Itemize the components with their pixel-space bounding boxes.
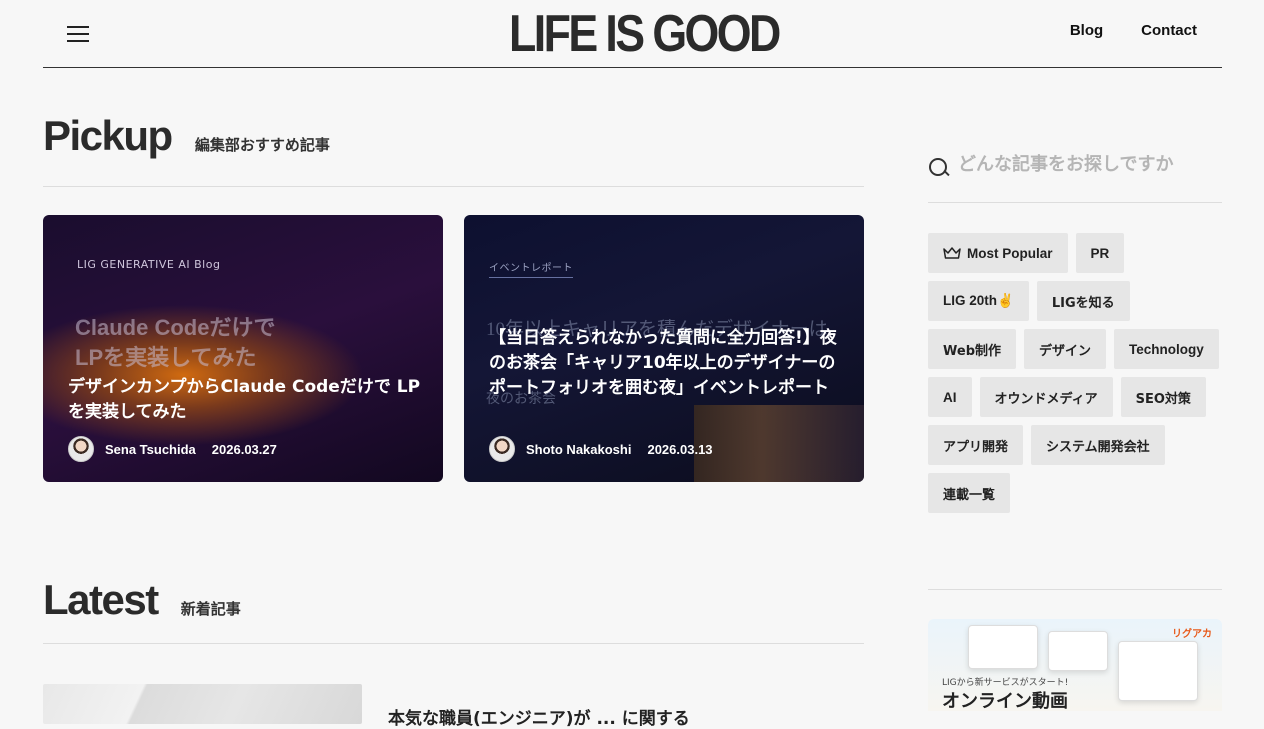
chip-pr[interactable]: PR xyxy=(1075,233,1125,273)
pickup-heading: Pickup 編集部おすすめ記事 xyxy=(43,112,864,187)
pickup-card[interactable]: イベントレポート 10年以上キャリアを積んだデザイナーは 夜のお茶会 【当日答え… xyxy=(464,215,864,482)
latest-title: Latest xyxy=(43,576,159,623)
card-meta: Sena Tsuchida 2026.03.27 xyxy=(68,436,277,462)
ad-mockup-screen xyxy=(968,625,1038,669)
pickup-subtitle: 編集部おすすめ記事 xyxy=(194,136,330,154)
chip-design[interactable]: デザイン xyxy=(1024,329,1107,369)
nav-contact-link[interactable]: Contact xyxy=(1141,22,1197,39)
pickup-title: Pickup xyxy=(43,112,173,159)
ad-brand-logo: リグアカ xyxy=(1172,629,1212,640)
sidebar-divider xyxy=(928,589,1222,590)
chip-owned-media[interactable]: オウンドメディア xyxy=(979,377,1113,417)
latest-article-thumbnail[interactable] xyxy=(43,684,362,724)
chip-ai[interactable]: AI xyxy=(928,377,972,417)
post-date: 2026.03.13 xyxy=(647,441,713,457)
post-date: 2026.03.27 xyxy=(211,441,277,457)
chip-app-development[interactable]: アプリ開発 xyxy=(928,425,1024,465)
top-nav: Blog Contact xyxy=(1070,22,1197,39)
card-meta: Shoto Nakakoshi 2026.03.13 xyxy=(489,436,713,462)
ad-mockup-laptop xyxy=(1118,641,1198,701)
chip-web-production[interactable]: Web制作 xyxy=(928,329,1016,369)
chip-system-development[interactable]: システム開発会社 xyxy=(1031,425,1165,465)
nav-blog-link[interactable]: Blog xyxy=(1070,22,1103,39)
site-header: LIFE IS GOOD Blog Contact xyxy=(43,0,1222,68)
ad-headline: オンライン動画 xyxy=(942,691,1068,711)
card-title[interactable]: 【当日答えられなかった質問に全力回答!】夜のお茶会「キャリア10年以上のデザイナ… xyxy=(489,326,842,401)
chip-lig-20th[interactable]: LIG 20th✌️ xyxy=(928,281,1029,321)
ad-mockup-screen xyxy=(1048,631,1108,671)
latest-subtitle: 新着記事 xyxy=(180,600,241,618)
latest-article-title[interactable]: 本気な職員(エンジニア)が ... に関する xyxy=(388,704,690,729)
sidebar-ad-banner[interactable]: リグアカ LIGから新サービスがスタート! オンライン動画 xyxy=(928,619,1222,711)
search-box xyxy=(928,142,1222,203)
author-name[interactable]: Sena Tsuchida xyxy=(105,442,196,457)
card-category-tag: イベントレポート xyxy=(489,259,573,278)
card-category-tag: LIG GENERATIVE AI Blog xyxy=(77,258,221,271)
crown-icon xyxy=(943,247,961,259)
search-input[interactable] xyxy=(958,150,1218,178)
chip-most-popular[interactable]: Most Popular xyxy=(928,233,1068,273)
pickup-card[interactable]: LIG GENERATIVE AI Blog Claude Codeだけで LP… xyxy=(43,215,443,482)
site-logo[interactable]: LIFE IS GOOD xyxy=(509,6,781,62)
chip-series-list[interactable]: 連載一覧 xyxy=(928,473,1011,513)
chip-technology[interactable]: Technology xyxy=(1114,329,1219,369)
chip-seo[interactable]: SEO対策 xyxy=(1120,377,1206,417)
author-name[interactable]: Shoto Nakakoshi xyxy=(526,442,631,457)
chip-about-lig[interactable]: LIGを知る xyxy=(1036,281,1130,321)
card-cover-text: Claude Codeだけで LPを実装してみた xyxy=(75,315,276,370)
search-icon[interactable] xyxy=(928,156,948,180)
hamburger-menu-icon[interactable] xyxy=(67,26,89,42)
author-avatar xyxy=(68,436,94,462)
card-title[interactable]: デザインカンプからClaude Codeだけで LPを実装してみた xyxy=(68,375,421,425)
author-avatar xyxy=(489,436,515,462)
category-chips: Most Popular PR LIG 20th✌️ LIGを知る Web制作 … xyxy=(928,233,1222,513)
latest-heading: Latest 新着記事 xyxy=(43,576,864,644)
